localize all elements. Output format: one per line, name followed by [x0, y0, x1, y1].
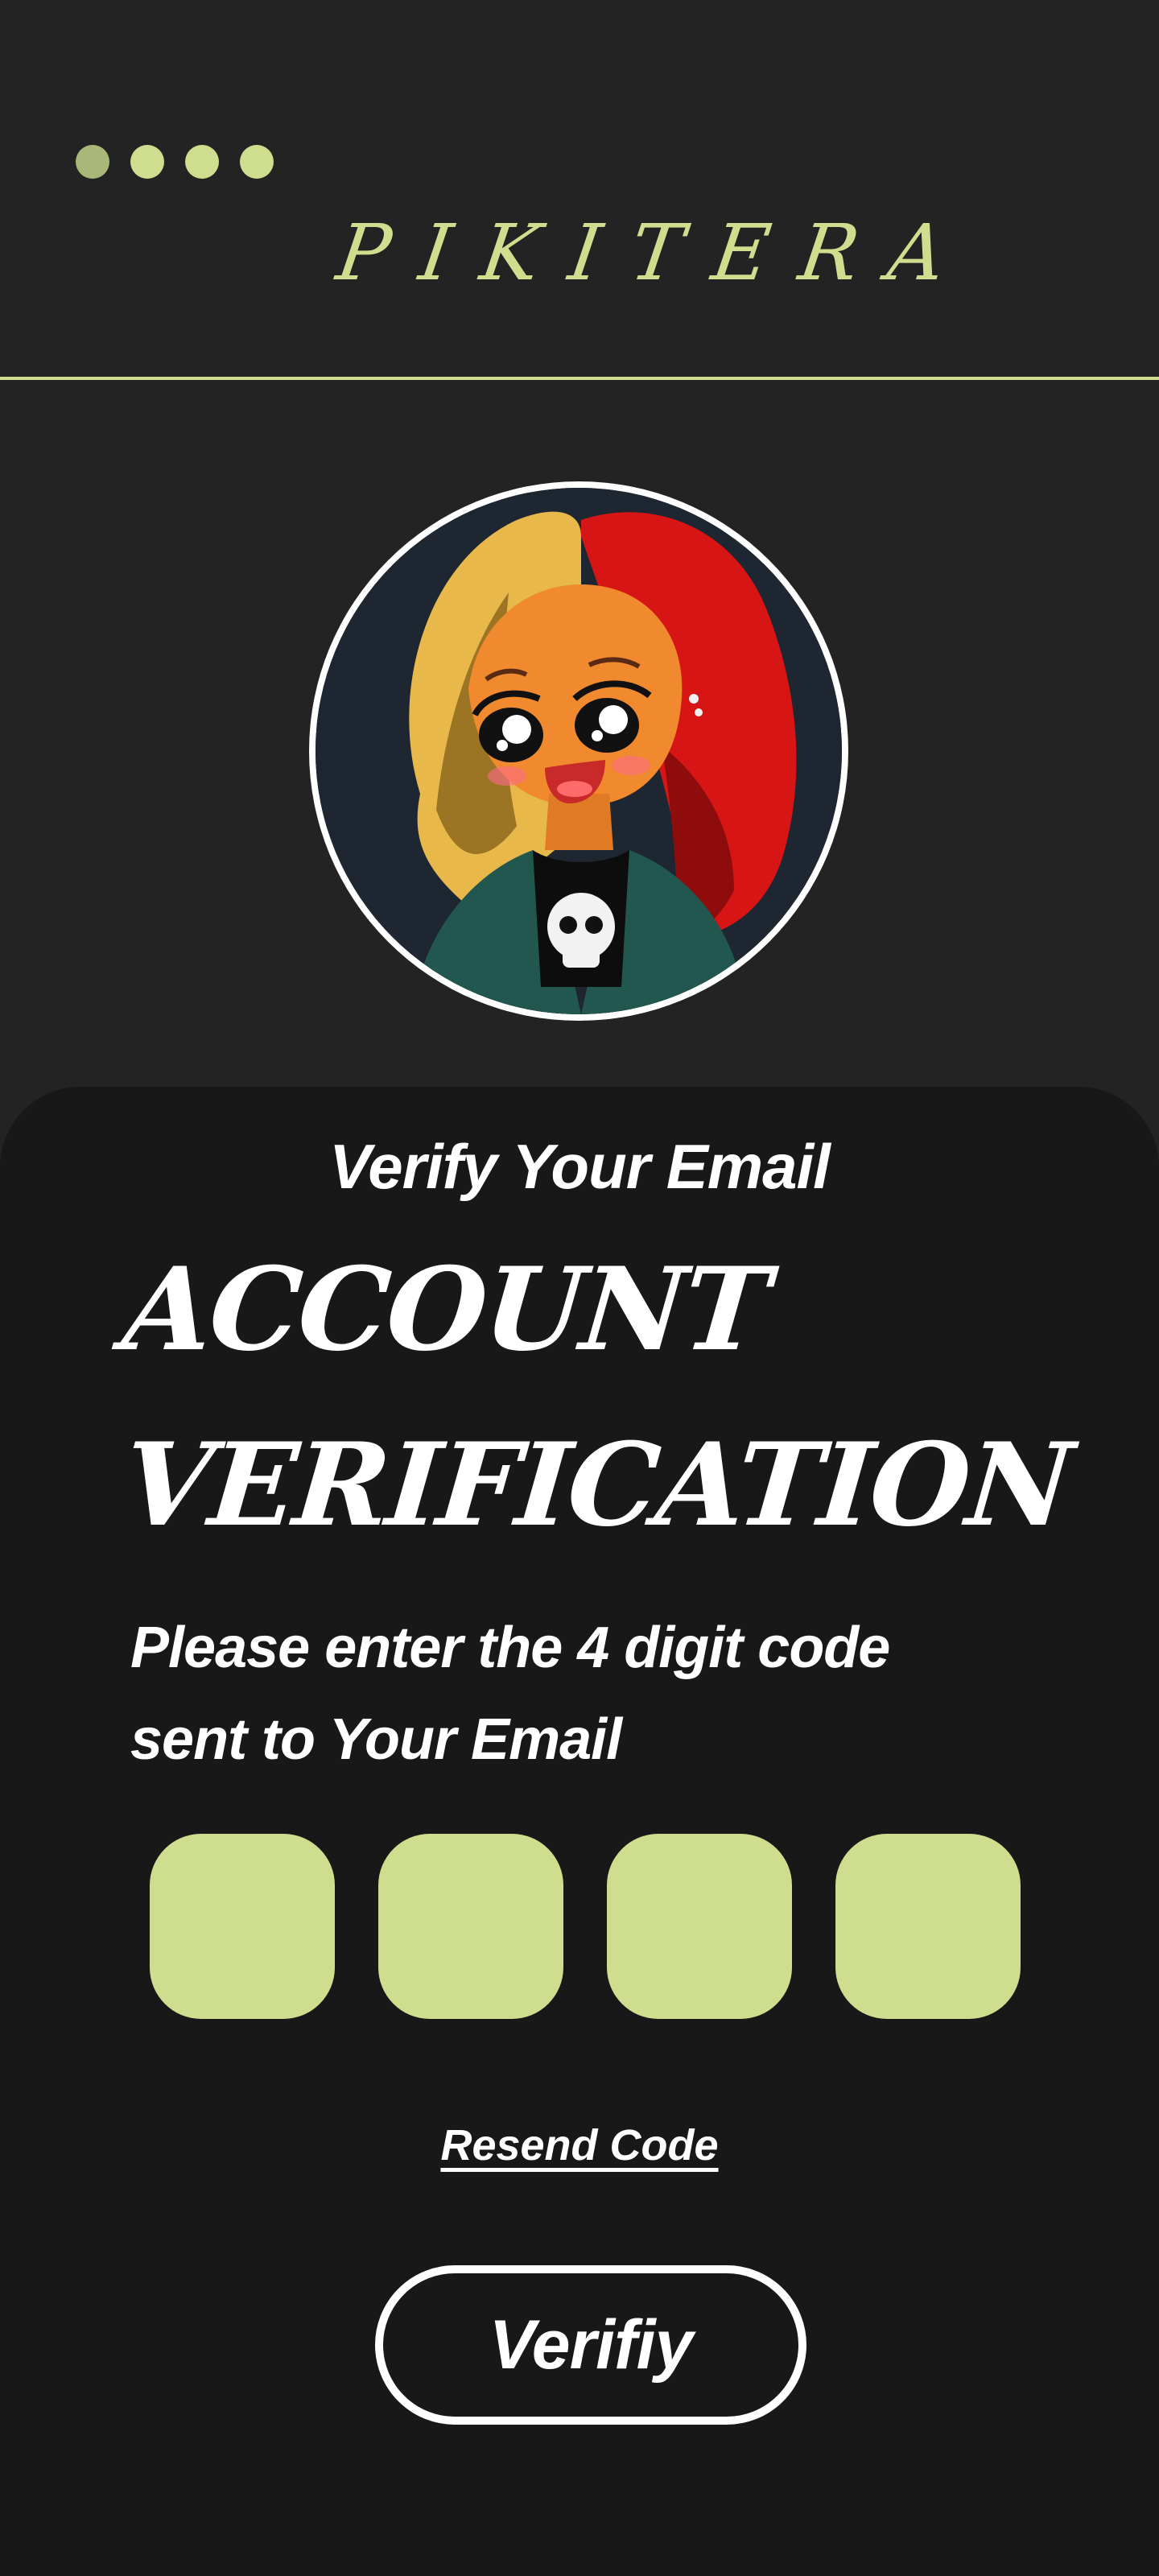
- dot-icon: [76, 145, 109, 179]
- headline-verification: VERIFICATION: [118, 1418, 1076, 1552]
- header-divider: [0, 377, 1159, 380]
- resend-code-link[interactable]: Resend Code: [419, 2124, 740, 2167]
- code-digit-3[interactable]: [607, 1834, 792, 2019]
- verify-email-title: Verify Your Email: [329, 1131, 831, 1202]
- verification-card: Verify Your Email ACCOUNT VERIFICATION P…: [0, 1087, 1159, 2576]
- dot-icon: [185, 145, 219, 179]
- code-digit-4[interactable]: [835, 1834, 1021, 2019]
- profile-avatar: [309, 481, 848, 1021]
- code-input-group: [150, 1834, 1021, 2019]
- code-digit-2[interactable]: [378, 1834, 563, 2019]
- dot-icon: [130, 145, 164, 179]
- instruction-line-2: sent to Your Email: [130, 1707, 622, 1772]
- verification-instructions: Please enter the 4 digit code sent to Yo…: [130, 1602, 919, 1785]
- brand-logo: PIKITERA: [332, 208, 982, 298]
- pagination-dots: [76, 145, 274, 179]
- cartoon-avatar-icon: [316, 488, 842, 1014]
- code-digit-1[interactable]: [150, 1834, 335, 2019]
- verify-button[interactable]: Verifiy: [375, 2265, 806, 2425]
- dot-icon: [240, 145, 274, 179]
- instruction-line-1: Please enter the 4 digit code: [130, 1616, 890, 1680]
- app-header: PIKITERA: [0, 0, 1159, 377]
- headline-account: ACCOUNT: [118, 1243, 773, 1377]
